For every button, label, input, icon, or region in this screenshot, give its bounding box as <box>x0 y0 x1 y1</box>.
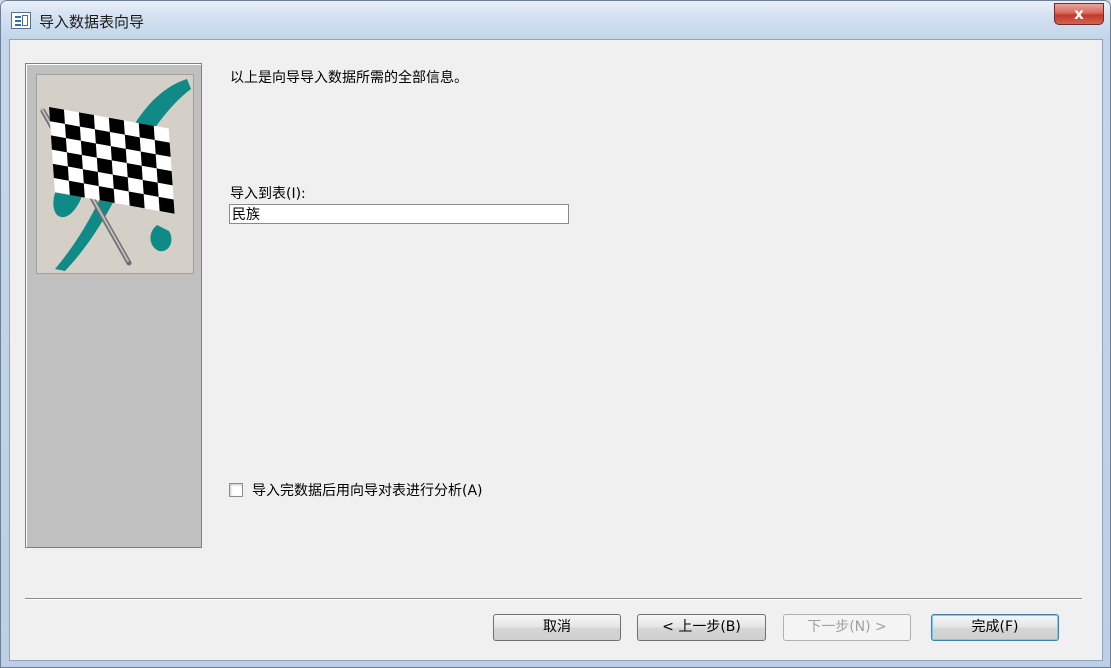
close-button[interactable]: x <box>1054 3 1104 25</box>
cancel-button[interactable]: 取消 <box>493 614 621 641</box>
checkered-flag-icon <box>40 79 191 271</box>
table-icon <box>11 12 31 29</box>
analyze-checkbox-label[interactable]: 导入完数据后用向导对表进行分析(A) <box>252 480 483 500</box>
wizard-side-panel <box>25 63 202 548</box>
import-to-table-input[interactable] <box>229 204 569 224</box>
title-bar[interactable]: 导入数据表向导 x <box>1 1 1110 39</box>
analyze-option-row[interactable]: 导入完数据后用向导对表进行分析(A) <box>229 480 483 500</box>
wizard-window: 导入数据表向导 x 以上是向导导入数据所需的全部信息。 导入到表(I): 民族 … <box>0 0 1111 668</box>
wizard-info-text: 以上是向导导入数据所需的全部信息。 <box>230 70 468 86</box>
separator-line <box>25 598 1082 600</box>
analyze-checkbox[interactable] <box>229 483 243 497</box>
close-icon: x <box>1074 5 1084 23</box>
checkered-flag-image <box>36 74 194 274</box>
wizard-client-area: 以上是向导导入数据所需的全部信息。 导入到表(I): 导入完数据后用向导对表进行… <box>9 39 1103 661</box>
next-button[interactable]: 下一步(N) > <box>783 614 911 641</box>
import-to-table-label: 导入到表(I): <box>230 186 306 202</box>
window-title: 导入数据表向导 <box>39 13 145 31</box>
back-button[interactable]: < 上一步(B) <box>637 614 766 641</box>
finish-button[interactable]: 完成(F) <box>931 614 1059 641</box>
